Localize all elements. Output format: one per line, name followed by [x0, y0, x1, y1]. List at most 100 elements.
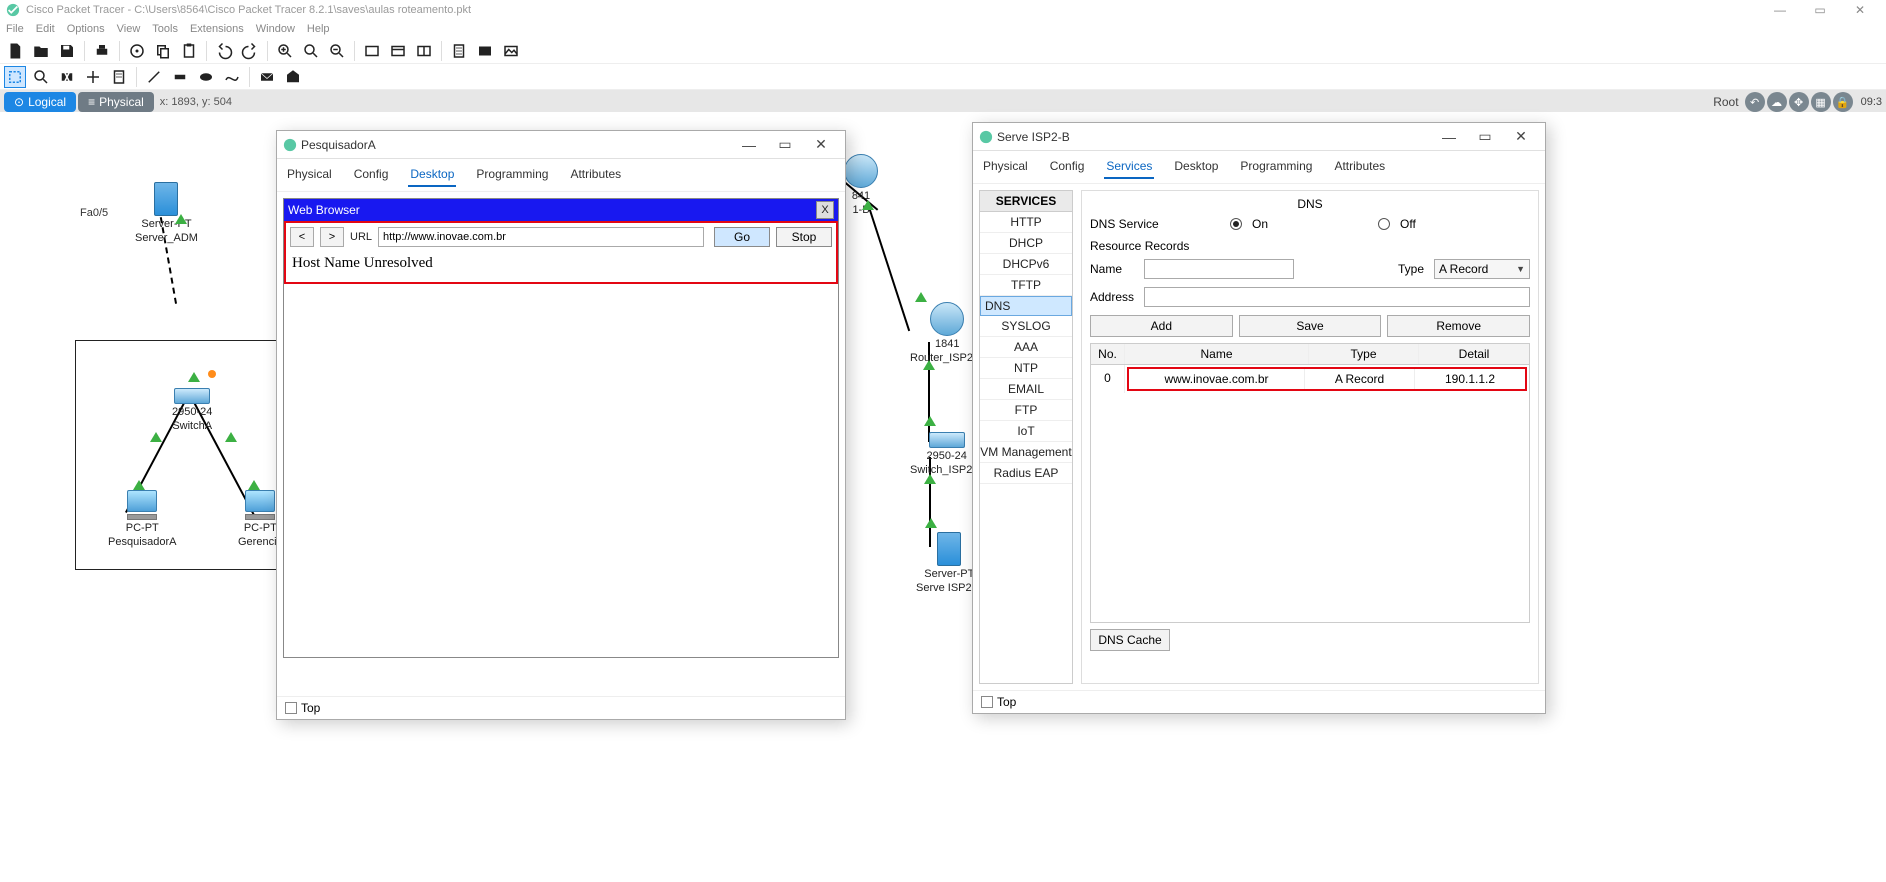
remove-button[interactable]: Remove	[1387, 315, 1530, 337]
dialog-pesquisadora[interactable]: PesquisadorA — ▭ ✕ Physical Config Deskt…	[276, 130, 846, 720]
dialog-maximize[interactable]: ▭	[767, 133, 803, 157]
dialog-minimize[interactable]: —	[1431, 125, 1467, 149]
col-type[interactable]: Type	[1309, 344, 1419, 364]
zoom-in-icon[interactable]	[274, 40, 296, 62]
dialog-close[interactable]: ✕	[1503, 125, 1539, 149]
panel1-icon[interactable]	[387, 40, 409, 62]
menu-help[interactable]: Help	[307, 23, 330, 35]
line-icon[interactable]	[143, 66, 165, 88]
dialog-titlebar[interactable]: Serve ISP2-B — ▭ ✕	[973, 123, 1545, 151]
workspace-canvas[interactable]: Fa0/5 Server-PT Server_ADM 2950-24 Switc…	[0, 112, 1886, 882]
undo-icon[interactable]	[213, 40, 235, 62]
row0-no[interactable]: 0	[1091, 365, 1125, 393]
copy-icon[interactable]	[152, 40, 174, 62]
tab-config[interactable]: Config	[352, 163, 391, 187]
list2-icon[interactable]	[474, 40, 496, 62]
freeform-icon[interactable]	[221, 66, 243, 88]
paste-icon[interactable]	[178, 40, 200, 62]
maximize-button[interactable]: ▭	[1800, 0, 1840, 20]
dns-on-radio[interactable]	[1230, 218, 1242, 230]
stop-button[interactable]: Stop	[776, 227, 832, 247]
nav-lock-icon[interactable]: 🔒	[1833, 92, 1853, 112]
col-no[interactable]: No.	[1091, 344, 1125, 364]
dialog-maximize[interactable]: ▭	[1467, 125, 1503, 149]
minimize-button[interactable]: —	[1760, 0, 1800, 20]
nav-move-icon[interactable]: ✥	[1789, 92, 1809, 112]
dns-cache-button[interactable]: DNS Cache	[1090, 629, 1170, 651]
tab-physical[interactable]: Physical	[981, 155, 1030, 179]
tab-desktop[interactable]: Desktop	[408, 163, 456, 187]
service-ntp[interactable]: NTP	[980, 358, 1072, 379]
service-http[interactable]: HTTP	[980, 212, 1072, 233]
col-detail[interactable]: Detail	[1419, 344, 1529, 364]
nav-cloud-icon[interactable]: ☁	[1767, 92, 1787, 112]
top-checkbox[interactable]	[285, 702, 297, 714]
browser-forward-button[interactable]: >	[320, 227, 344, 247]
menu-file[interactable]: File	[6, 23, 24, 35]
physical-view-button[interactable]: ≡ Physical	[78, 92, 154, 112]
notes-icon[interactable]	[108, 66, 130, 88]
zoom-reset-icon[interactable]	[300, 40, 322, 62]
service-dhcp[interactable]: DHCP	[980, 233, 1072, 254]
rect-shape-icon[interactable]	[169, 66, 191, 88]
add-button[interactable]: Add	[1090, 315, 1233, 337]
dialog-titlebar[interactable]: PesquisadorA — ▭ ✕	[277, 131, 845, 159]
service-tftp[interactable]: TFTP	[980, 275, 1072, 296]
menu-options[interactable]: Options	[67, 23, 105, 35]
name-input[interactable]	[1144, 259, 1294, 279]
tab-programming[interactable]: Programming	[1238, 155, 1314, 179]
nav-bg-icon[interactable]: ▦	[1811, 92, 1831, 112]
resize-icon[interactable]	[82, 66, 104, 88]
service-email[interactable]: EMAIL	[980, 379, 1072, 400]
tab-physical[interactable]: Physical	[285, 163, 334, 187]
device-server-adm[interactable]: Server-PT Server_ADM	[135, 182, 198, 244]
service-radius-eap[interactable]: Radius EAP	[980, 463, 1072, 484]
record-row-0[interactable]: www.inovae.com.br A Record 190.1.1.2	[1127, 367, 1527, 391]
browser-back-button[interactable]: <	[290, 227, 314, 247]
tab-programming[interactable]: Programming	[474, 163, 550, 187]
root-label[interactable]: Root	[1713, 95, 1738, 109]
tab-services[interactable]: Services	[1104, 155, 1154, 179]
tab-attributes[interactable]: Attributes	[568, 163, 623, 187]
web-browser-close[interactable]: X	[816, 201, 834, 219]
save-button[interactable]: Save	[1239, 315, 1382, 337]
service-dns[interactable]: DNS	[980, 296, 1072, 316]
device-pesquisadora[interactable]: PC-PT PesquisadorA	[108, 490, 177, 548]
close-button[interactable]: ✕	[1840, 0, 1880, 20]
wizard-icon[interactable]	[126, 40, 148, 62]
menu-edit[interactable]: Edit	[36, 23, 55, 35]
url-input[interactable]	[378, 227, 704, 247]
dns-off-radio[interactable]	[1378, 218, 1390, 230]
service-iot[interactable]: IoT	[980, 421, 1072, 442]
list1-icon[interactable]	[448, 40, 470, 62]
service-syslog[interactable]: SYSLOG	[980, 316, 1072, 337]
top-checkbox[interactable]	[981, 696, 993, 708]
type-select[interactable]: A Record ▼	[1434, 259, 1530, 279]
dialog-close[interactable]: ✕	[803, 133, 839, 157]
device-switcha[interactable]: 2950-24 SwitchA	[172, 388, 212, 432]
rect-icon[interactable]	[361, 40, 383, 62]
envelope-open-icon[interactable]	[282, 66, 304, 88]
save-icon[interactable]	[56, 40, 78, 62]
redo-icon[interactable]	[239, 40, 261, 62]
ellipse-icon[interactable]	[195, 66, 217, 88]
dialog-minimize[interactable]: —	[731, 133, 767, 157]
menu-tools[interactable]: Tools	[152, 23, 178, 35]
print-icon[interactable]	[91, 40, 113, 62]
delete-icon[interactable]	[56, 66, 78, 88]
panel2-icon[interactable]	[413, 40, 435, 62]
zoom-tool-icon[interactable]	[30, 66, 52, 88]
pic-icon[interactable]	[500, 40, 522, 62]
zoom-out-icon[interactable]	[326, 40, 348, 62]
address-input[interactable]	[1144, 287, 1530, 307]
menu-view[interactable]: View	[117, 23, 141, 35]
open-icon[interactable]	[30, 40, 52, 62]
service-ftp[interactable]: FTP	[980, 400, 1072, 421]
service-vm-management[interactable]: VM Management	[980, 442, 1072, 463]
tab-desktop[interactable]: Desktop	[1172, 155, 1220, 179]
col-name[interactable]: Name	[1125, 344, 1309, 364]
logical-view-button[interactable]: ⊙ Logical	[4, 92, 76, 112]
menu-window[interactable]: Window	[256, 23, 295, 35]
envelope-closed-icon[interactable]	[256, 66, 278, 88]
tab-attributes[interactable]: Attributes	[1332, 155, 1387, 179]
